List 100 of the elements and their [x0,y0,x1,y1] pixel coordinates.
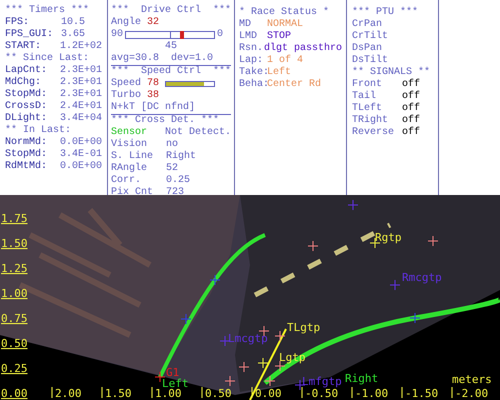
race-value: dlgt passthro [264,43,342,54]
race-label: Beha: [239,79,267,91]
axis-tick-label: 1.50 [1,237,28,250]
signal-state: off [402,127,420,139]
race-label: Rsn. [239,43,264,55]
timer-value: 1.2E+02 [60,41,102,53]
race-value: NORMAL [267,19,304,31]
cross-value: 52 [166,163,178,175]
timer-value: 0.0E+00 [60,137,102,149]
cross-label: Corr. [111,175,142,186]
turbo-value: 38 [147,90,160,102]
panel-title: *** Drive Ctrl *** [111,5,231,16]
ptu-label: DsTilt [352,55,390,66]
section-heading: ** Since Last: [5,53,90,65]
panel-title: *** Cross Det. *** [111,115,220,127]
scale-label: 45 [164,41,177,52]
signal-state: off [402,79,420,90]
signal-label: TRight [352,115,390,127]
panel-title: ** SIGNALS ** [352,67,432,78]
cross-value: no [166,139,178,150]
race-label: MD [239,19,252,31]
timer-value: 3.4E+04 [60,113,102,125]
timer-label: CrossD: [5,101,48,112]
axis-tick-label: 2.00 [52,386,82,400]
timer-label: START: [5,41,42,52]
timer-label: FPS: [5,17,30,29]
axis-tick-label: 0.50 [202,386,232,400]
race-value: STOP [267,31,292,42]
axis-tick-label: 1.25 [1,262,28,275]
scale-label: 0 [217,29,224,41]
cross-value: Not Detect. [164,127,231,139]
panel-title: *** Timers *** [5,5,90,17]
timer-label: NormMd: [5,137,48,148]
signal-label: Front [352,79,384,90]
turbo-label: Turbo [111,90,142,102]
race-value: Center Rd [267,79,322,91]
cross-value: 0.25 [166,175,190,187]
angle-label: Angle [111,17,142,29]
axis-tick-label: 0.75 [1,312,28,325]
marker-label: Lmfgtp [302,375,342,388]
timer-label: MdChg: [5,77,42,88]
axis-tick-label: -0.50 [302,386,338,400]
cross-label: S. Line [111,151,154,162]
signal-label: TLeft [352,103,384,114]
cross-label: Sensor [111,127,148,138]
marker-label: Rmcgtp [402,271,442,284]
timer-value: 2.3E+01 [60,77,102,89]
signal-state: off [402,91,420,102]
timer-label: RdMtMd: [5,161,48,173]
angle-value: 32 [147,17,160,29]
timer-label: StopMd: [5,89,48,101]
axis-tick-label: 0.00 [252,386,282,400]
axis-tick-label: 0.25 [1,362,28,375]
axis-tick-label: 0.50 [1,337,28,350]
signal-label: Tail [352,91,378,102]
race-label: Lap: [239,55,264,66]
timer-label: FPS_GUI: [5,29,54,41]
signal-state: off [402,115,420,126]
marker-label: G1 [166,366,180,379]
angle-stats: avg=30.8 dev=1.0 [111,53,214,64]
ptu-label: CrPan [352,19,384,30]
axis-tick-label: -1.00 [352,386,388,400]
axis-tick-label: -1.50 [402,386,438,400]
timer-label: DLight: [5,113,48,124]
axis-unit: meters [452,373,492,386]
scale-label: 90 [111,29,124,41]
ptu-label: DsPan [352,43,384,54]
speed-label: Speed [111,78,142,90]
timer-value: 2.3E+01 [60,65,102,77]
section-heading: ** In Last: [5,125,72,136]
cross-label: RAngle [111,163,148,175]
signal-state: off [402,103,420,114]
speed-value: 78 [147,78,160,90]
timer-value: 0.0E+00 [60,161,102,173]
cross-value: 723 [166,187,184,199]
axis-tick-label: 0.00 [1,387,28,400]
timer-value: 10.5 [61,17,86,29]
marker-label: TLgtp [287,321,320,334]
cross-value: Right [166,151,196,163]
axis-tick-label: -2.00 [452,386,488,400]
race-value: 1 of 4 [267,55,304,66]
axis-tick-label: 1.00 [1,287,28,300]
race-label: LMD [239,31,258,43]
race-label: Take: [239,67,267,78]
timer-value: 3.65 [61,29,86,41]
mode-text: N+kT [DC nfnd] [111,102,196,113]
timer-label: LapCnt: [5,65,48,76]
signal-label: Reverse [352,127,396,139]
ptu-label: CrTilt [352,31,390,43]
marker-label: Rgtp [375,231,402,244]
timer-label: StopMd: [5,149,48,160]
race-value: Left [267,67,292,79]
panel-title: *** Speed Ctrl *** [111,66,231,78]
timer-value: 2.4E+01 [60,101,102,113]
axis-tick-label: 1.50 [102,386,132,400]
marker-label: Right [345,372,378,385]
marker-label: Lmcgtp [228,332,268,345]
timer-value: 3.4E-01 [60,149,102,161]
timer-value: 2.3E+01 [60,89,102,101]
axis-tick-label: 1.75 [1,212,28,225]
